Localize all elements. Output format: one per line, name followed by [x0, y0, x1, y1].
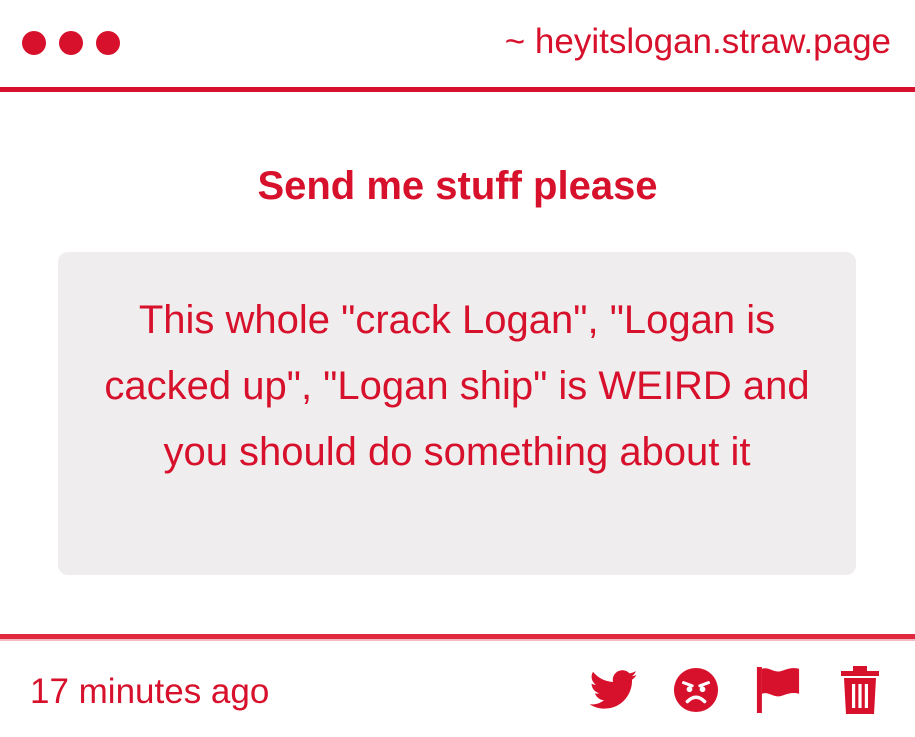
react-angry-button[interactable] — [671, 664, 721, 716]
header-divider — [0, 87, 915, 92]
message-text: This whole "crack Logan", "Logan is cack… — [104, 298, 810, 474]
twitter-icon — [590, 670, 638, 709]
dot-icon — [22, 31, 46, 55]
delete-button[interactable] — [835, 664, 885, 716]
page-title: Send me stuff please — [257, 164, 658, 208]
message-card: This whole "crack Logan", "Logan is cack… — [58, 252, 856, 575]
dot-icon — [59, 31, 83, 55]
site-link[interactable]: ~ heyitslogan.straw.page — [505, 20, 891, 64]
timestamp: 17 minutes ago — [30, 672, 270, 711]
share-twitter-button[interactable] — [589, 664, 639, 716]
trash-icon — [841, 666, 879, 714]
footer-divider-shadow — [0, 639, 915, 641]
window-dots[interactable] — [22, 31, 120, 55]
report-button[interactable] — [753, 664, 803, 716]
top-bar: ~ heyitslogan.straw.page — [0, 0, 915, 88]
action-bar — [589, 664, 885, 716]
dot-icon — [96, 31, 120, 55]
angry-face-icon — [673, 667, 719, 713]
flag-icon — [756, 667, 800, 713]
